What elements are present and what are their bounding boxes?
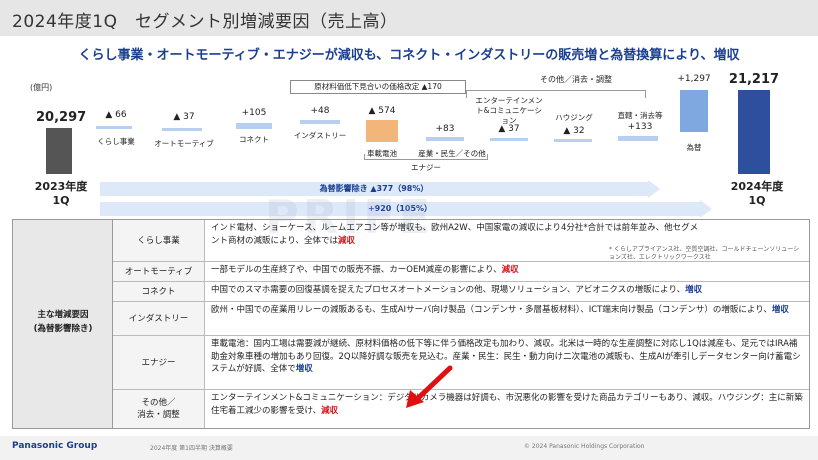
segment-desc: 中国でのスマホ需要の回復基調を捉えたプロセスオートメーションの他、現場ソリューシ… bbox=[211, 284, 805, 297]
segment-result-tag: 減収 bbox=[321, 405, 339, 416]
red-arrow-icon bbox=[406, 365, 453, 408]
end-bar bbox=[738, 90, 770, 174]
segment-desc-text: 一部モデルの生産終了や、中国での販売不振、カーOEM減産の影響により、 bbox=[211, 265, 502, 275]
step-label-housing: ハウジング bbox=[555, 113, 593, 122]
footer: Panasonic Group 2024年度 第1四半期 決算概要 © 2024… bbox=[0, 436, 818, 460]
table-row: その他／ 消去・調整 エンターテインメント&コミュニケーション：デジタルカメラ機… bbox=[113, 390, 809, 428]
step-value-connect: +105 bbox=[241, 108, 267, 118]
segment-result-tag: 増収 bbox=[295, 364, 313, 374]
factors-side-header: 主な増減要因 (為替影響除き) bbox=[13, 220, 113, 428]
segment-name: その他／ 消去・調整 bbox=[113, 390, 205, 428]
panasonic-logo: Panasonic Group bbox=[12, 441, 98, 451]
table-row: コネクト 中国でのスマホ需要の回復基調を捉えたプロセスオートメーションの他、現場… bbox=[113, 282, 809, 302]
step-bar-corporate bbox=[618, 136, 658, 141]
segment-name: くらし事業 bbox=[113, 220, 205, 261]
period-end: 2024年度 1Q bbox=[722, 180, 792, 208]
unit-label: (億円) bbox=[30, 83, 53, 92]
step-label-connect: コネクト bbox=[239, 135, 269, 144]
step-value-auto: ▲ 37 bbox=[173, 112, 195, 122]
segment-desc: 欧州・中国での産業用リレーの減販あるも、生成AIサーバ向け製品（コンデンサ・多層… bbox=[211, 304, 805, 317]
segment-desc-text: エンターテインメント&コミュニケーション：デジタルカメラ機器は好調も、市況悪化の… bbox=[211, 393, 803, 416]
step-bar-ent bbox=[490, 138, 528, 141]
page-title: 2024年度1Q セグメント別増減要因（売上高） bbox=[12, 12, 398, 32]
step-bar-fx bbox=[680, 90, 708, 132]
step-bar-industry bbox=[300, 120, 340, 124]
step-bar-housing bbox=[554, 139, 592, 142]
side-label-main: 主な増減要因 bbox=[37, 310, 89, 320]
fx-excluded-text: 為替影響除き ▲377（98%） bbox=[319, 184, 429, 193]
segment-desc-text: 中国でのスマホ需要の回復基調を捉えたプロセスオートメーションの他、現場ソリューシ… bbox=[211, 285, 686, 295]
step-value-ent: ▲ 37 bbox=[498, 124, 520, 134]
period-start: 2023年度 1Q bbox=[26, 180, 96, 208]
side-label-sub: (為替影響除き) bbox=[33, 324, 93, 334]
end-value: 21,217 bbox=[728, 72, 780, 87]
waterfall-chart: (億円) 原材料価低下見合いの価格改定 ▲170 その他／消去・調整 20,29… bbox=[0, 68, 818, 218]
title-bar: 2024年度1Q セグメント別増減要因（売上高） bbox=[0, 0, 818, 36]
step-bar-battery bbox=[366, 120, 398, 142]
headline: くらし事業・オートモーティブ・エナジーが減収も、コネクト・インダストリーの販売増… bbox=[78, 48, 740, 63]
total-change-bar: +920（105%） bbox=[100, 202, 700, 216]
period-start-quarter: 1Q bbox=[52, 194, 70, 207]
segment-result-tag: 減収 bbox=[338, 235, 356, 246]
table-row: インダストリー 欧州・中国での産業用リレーの減販あるも、生成AIサーバ向け製品（… bbox=[113, 302, 809, 336]
period-end-year: 2024年度 bbox=[730, 180, 784, 193]
segment-footnote: * くらしアプライアンス社、空質空調社、コールドチェーンソリューションズ社、エレ… bbox=[609, 246, 800, 261]
segment-result-tag: 減収 bbox=[501, 265, 519, 275]
step-label-auto: オートモーティブ bbox=[154, 139, 214, 148]
fx-excluded-arrowhead bbox=[648, 180, 660, 198]
segment-name-line1: その他／ bbox=[141, 398, 176, 408]
segment-desc: 車載電池：国内工場は需要減が継続、原材料価格の低下等に伴う価格改定も加わり、減収… bbox=[211, 338, 805, 376]
segment-desc-text: 欧州・中国での産業用リレーの減販あるも、生成AIサーバ向け製品（コンデンサ・多層… bbox=[211, 305, 772, 315]
step-bar-auto bbox=[162, 128, 202, 131]
fx-excluded-bar: 為替影響除き ▲377（98%） bbox=[100, 182, 648, 196]
period-end-quarter: 1Q bbox=[748, 194, 766, 207]
start-bar bbox=[46, 128, 72, 174]
total-change-arrowhead bbox=[700, 200, 712, 218]
segment-desc: インド電材、ショーケース、ルームエアコン等が増収も、欧州A2W、中国家電の減収に… bbox=[211, 222, 701, 247]
step-value-industry: +48 bbox=[310, 106, 330, 116]
table-row: くらし事業 インド電材、ショーケース、ルームエアコン等が増収も、欧州A2W、中国… bbox=[113, 220, 809, 262]
step-label-fx: 為替 bbox=[686, 143, 702, 152]
step-bar-life bbox=[96, 126, 132, 129]
step-bar-connect bbox=[236, 123, 272, 129]
segment-name: インダストリー bbox=[113, 302, 205, 335]
step-label-life: くらし事業 bbox=[97, 137, 135, 146]
period-start-year: 2023年度 bbox=[34, 180, 88, 193]
step-value-industrial: +83 bbox=[435, 124, 455, 134]
segment-desc: 一部モデルの生産終了や、中国での販売不振、カーOEM減産の影響により、減収 bbox=[211, 264, 805, 277]
step-value-fx: +1,297 bbox=[677, 74, 711, 84]
segment-desc: エンターテインメント&コミュニケーション：デジタルカメラ機器は好調も、市況悪化の… bbox=[211, 392, 805, 417]
segment-result-tag: 増収 bbox=[771, 305, 789, 315]
step-label-corporate: 直轄・消去等 bbox=[617, 111, 663, 120]
table-row: エナジー 車載電池：国内工場は需要減が継続、原材料価格の低下等に伴う価格改定も加… bbox=[113, 336, 809, 390]
footer-copyright: © 2024 Panasonic Holdings Corporation bbox=[524, 443, 645, 450]
segment-desc-text: インド電材、ショーケース、ルームエアコン等が増収も、欧州A2W、中国家電の減収に… bbox=[211, 223, 699, 246]
step-label-industry: インダストリー bbox=[293, 131, 347, 140]
energy-bracket bbox=[364, 154, 488, 160]
table-row: オートモーティブ 一部モデルの生産終了や、中国での販売不振、カーOEM減産の影響… bbox=[113, 262, 809, 282]
footer-doc-title: 2024年度 第1四半期 決算概要 bbox=[150, 445, 233, 452]
other-bracket-label: その他／消去・調整 bbox=[540, 75, 612, 84]
step-bar-industrial bbox=[426, 137, 464, 141]
total-change-text: +920（105%） bbox=[367, 204, 433, 213]
segment-name-line2: 消去・調整 bbox=[137, 410, 180, 420]
step-value-battery: ▲ 574 bbox=[368, 106, 396, 116]
segment-name: コネクト bbox=[113, 282, 205, 301]
step-label-ent: エンターテインメント&コミュニケーション bbox=[475, 96, 543, 125]
step-value-life: ▲ 66 bbox=[105, 110, 127, 120]
energy-label: エナジー bbox=[411, 163, 441, 172]
segment-name: オートモーティブ bbox=[113, 262, 205, 281]
start-value: 20,297 bbox=[36, 110, 87, 125]
segment-name: エナジー bbox=[113, 336, 205, 389]
price-revision-callout: 原材料価低下見合いの価格改定 ▲170 bbox=[290, 80, 466, 94]
step-value-corporate: +133 bbox=[627, 122, 653, 132]
step-value-housing: ▲ 32 bbox=[563, 126, 585, 136]
segment-result-tag: 増収 bbox=[685, 285, 703, 295]
